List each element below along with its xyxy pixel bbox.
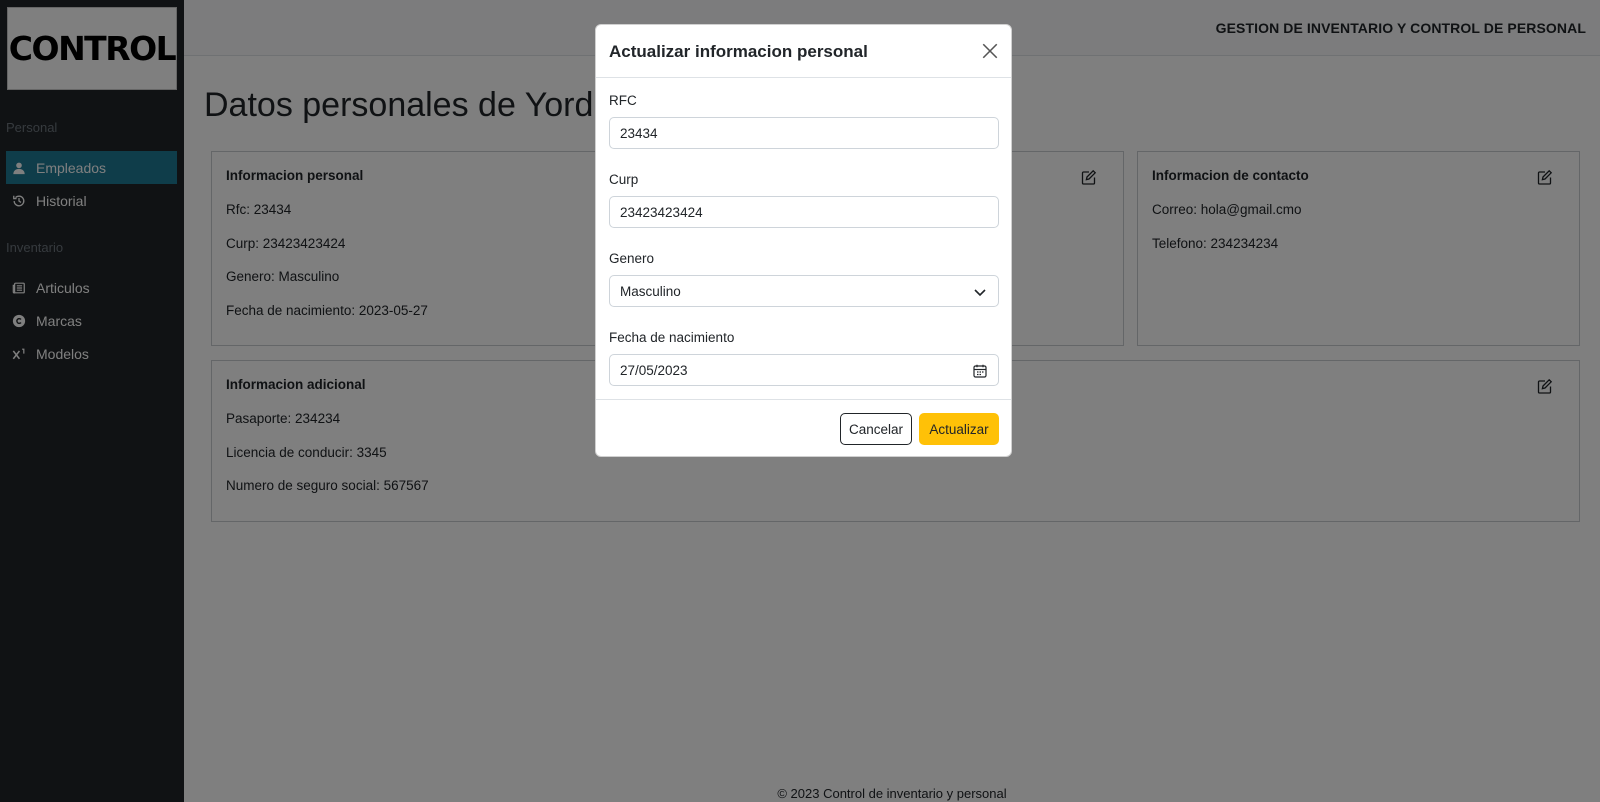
curp-input-value: 23423423424 xyxy=(620,204,703,220)
rfc-label: RFC xyxy=(609,93,637,108)
genero-label: Genero xyxy=(609,251,655,266)
fecha-nacimiento-input[interactable]: 27/05/2023 xyxy=(609,354,999,386)
close-icon[interactable] xyxy=(981,42,999,60)
fecha-nacimiento-label: Fecha de nacimiento xyxy=(609,330,735,345)
curp-label: Curp xyxy=(609,172,639,187)
update-button[interactable]: Actualizar xyxy=(919,413,999,445)
update-personal-info-modal: Actualizar informacion personal RFC 2343… xyxy=(595,24,1012,457)
rfc-input[interactable]: 23434 xyxy=(609,117,999,149)
modal-title: Actualizar informacion personal xyxy=(609,42,868,61)
rfc-input-value: 23434 xyxy=(620,125,658,141)
cancel-button[interactable]: Cancelar xyxy=(840,413,912,445)
fecha-nacimiento-input-value: 27/05/2023 xyxy=(620,362,688,378)
calendar-icon[interactable] xyxy=(972,363,988,379)
modal-header: Actualizar informacion personal xyxy=(596,25,1011,78)
chevron-down-icon xyxy=(972,284,988,300)
genero-select[interactable]: Masculino xyxy=(609,275,999,307)
genero-select-value: Masculino xyxy=(620,283,681,299)
modal-footer: Cancelar Actualizar xyxy=(596,399,1011,458)
curp-input[interactable]: 23423423424 xyxy=(609,196,999,228)
